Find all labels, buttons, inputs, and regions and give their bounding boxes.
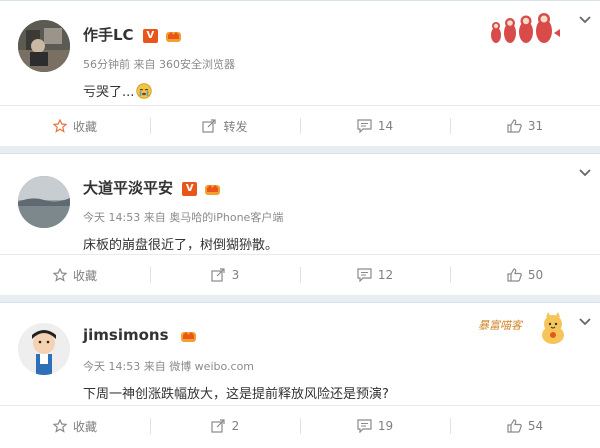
author-name[interactable]: 大道平淡平安 V (83, 177, 221, 198)
lucky-cat-decoration: 暴富喵客 (478, 311, 570, 345)
post-text: 下周一神创涨跌幅放大，这是提前释放风险还是预演? (83, 387, 389, 402)
lucky-cat-icon (542, 312, 564, 344)
action-bar: 收藏 转发 14 31 (0, 105, 600, 146)
comment-icon (357, 268, 372, 282)
favorite-label: 收藏 (72, 268, 97, 283)
repost-button[interactable]: 转发 (150, 106, 300, 146)
post-card: jimsimons 今天 14:53 来自 微博 weibo.com 下周一神创… (0, 302, 600, 448)
favorite-button[interactable]: 收藏 (0, 406, 150, 446)
author-name[interactable]: 作手LC V (83, 24, 182, 45)
like-count: 54 (527, 419, 544, 433)
author-name[interactable]: jimsimons (83, 326, 197, 345)
repost-button[interactable]: 3 (150, 255, 300, 295)
thumbs-up-icon (507, 419, 522, 433)
favorite-button[interactable]: 收藏 (0, 255, 150, 295)
post-meta: 56分钟前 来自 360安全浏览器 (83, 58, 235, 71)
chevron-down-icon[interactable] (578, 168, 592, 178)
like-button[interactable]: 31 (450, 106, 600, 146)
post-meta: 今天 14:53 来自 奥马哈的iPhone客户端 (83, 211, 284, 224)
avatar[interactable] (18, 20, 70, 72)
favorite-button[interactable]: 收藏 (0, 106, 150, 146)
like-count: 31 (527, 119, 544, 133)
chevron-down-icon[interactable] (578, 15, 592, 25)
action-bar: 收藏 2 19 54 (0, 405, 600, 446)
comment-button[interactable]: 14 (300, 106, 450, 146)
comment-icon (357, 419, 372, 433)
repost-icon (202, 119, 217, 133)
comment-count: 19 (377, 419, 394, 433)
chevron-down-icon[interactable] (578, 317, 592, 327)
verified-v-icon: V (142, 29, 158, 43)
star-icon (52, 119, 67, 133)
action-bar: 收藏 3 12 50 (0, 254, 600, 295)
post-text: 床板的崩盘很近了，树倒猢狲散。 (83, 238, 279, 253)
weibo-feed: 作手LC V 56分钟前 来自 360安全浏览器 亏哭了... 收藏 转发 14… (0, 0, 600, 448)
comment-button[interactable]: 19 (300, 406, 450, 446)
like-count: 50 (527, 268, 544, 282)
star-icon (52, 268, 67, 282)
comment-count: 14 (377, 119, 394, 133)
star-icon (52, 419, 67, 433)
favorite-label: 收藏 (72, 419, 97, 434)
repost-count: 2 (231, 419, 240, 433)
favorite-label: 收藏 (72, 119, 97, 134)
repost-count: 3 (231, 268, 240, 282)
vip-crown-icon (166, 32, 182, 42)
comment-button[interactable]: 12 (300, 255, 450, 295)
like-button[interactable]: 50 (450, 255, 600, 295)
post-card: 作手LC V 56分钟前 来自 360安全浏览器 亏哭了... 收藏 转发 14… (0, 0, 600, 146)
comment-count: 12 (377, 268, 394, 282)
cry-emoji-icon (136, 83, 153, 99)
thumbs-up-icon (507, 268, 522, 282)
vip-crown-icon (205, 185, 221, 195)
like-button[interactable]: 54 (450, 406, 600, 446)
vip-crown-icon (180, 332, 196, 342)
repost-icon (211, 268, 225, 282)
avatar[interactable] (18, 176, 70, 228)
post-meta: 今天 14:53 来自 微博 weibo.com (83, 360, 255, 373)
verified-v-icon: V (182, 182, 198, 196)
matryoshka-decoration-icon (491, 13, 560, 43)
post-text: 亏哭了... (83, 81, 153, 100)
avatar[interactable] (18, 323, 70, 375)
decoration-text: 暴富喵客 (478, 319, 522, 332)
post-card: 大道平淡平安 V 今天 14:53 来自 奥马哈的iPhone客户端 床板的崩盘… (0, 153, 600, 295)
repost-icon (211, 419, 225, 433)
thumbs-up-icon (507, 119, 522, 133)
repost-button[interactable]: 2 (150, 406, 300, 446)
comment-icon (357, 119, 372, 133)
repost-label: 转发 (223, 119, 248, 134)
